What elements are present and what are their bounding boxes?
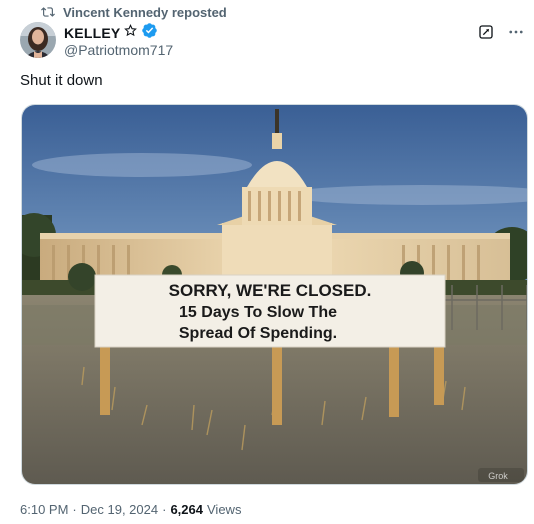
image-watermark: Grok <box>488 471 508 481</box>
avatar[interactable] <box>20 22 56 58</box>
verified-badge-icon <box>141 22 158 44</box>
tweet-time[interactable]: 6:10 PM <box>20 502 68 517</box>
tweet-meta: 6:10 PM · Dec 19, 2024 · 6,264 Views <box>20 502 241 517</box>
top-actions <box>476 22 526 42</box>
grok-icon[interactable] <box>476 22 496 42</box>
more-icon[interactable] <box>506 22 526 42</box>
repost-header[interactable]: Vincent Kennedy reposted <box>41 4 227 20</box>
tweet-date[interactable]: Dec 19, 2024 <box>81 502 158 517</box>
tweet-text: Shut it down <box>20 72 103 89</box>
views-count[interactable]: 6,264 <box>170 502 203 517</box>
tweet-image[interactable]: SORRY, WE'RE CLOSED. 15 Days To Slow The… <box>21 104 528 485</box>
views-label: Views <box>207 502 242 517</box>
meta-separator: · <box>162 502 167 517</box>
author-name[interactable]: KELLEY <box>64 25 120 41</box>
sign-line-3: Spread Of Spending. <box>179 325 337 342</box>
sign-line-2: 15 Days To Slow The <box>179 304 337 321</box>
author-name-row[interactable]: KELLEY <box>64 22 158 44</box>
star-icon <box>124 24 138 42</box>
repost-text: Vincent Kennedy reposted <box>63 4 227 20</box>
sign-line-1: SORRY, WE'RE CLOSED. <box>169 281 372 300</box>
repost-icon <box>41 5 55 19</box>
meta-separator: · <box>72 502 77 517</box>
author-handle[interactable]: @Patriotmom717 <box>64 42 173 58</box>
